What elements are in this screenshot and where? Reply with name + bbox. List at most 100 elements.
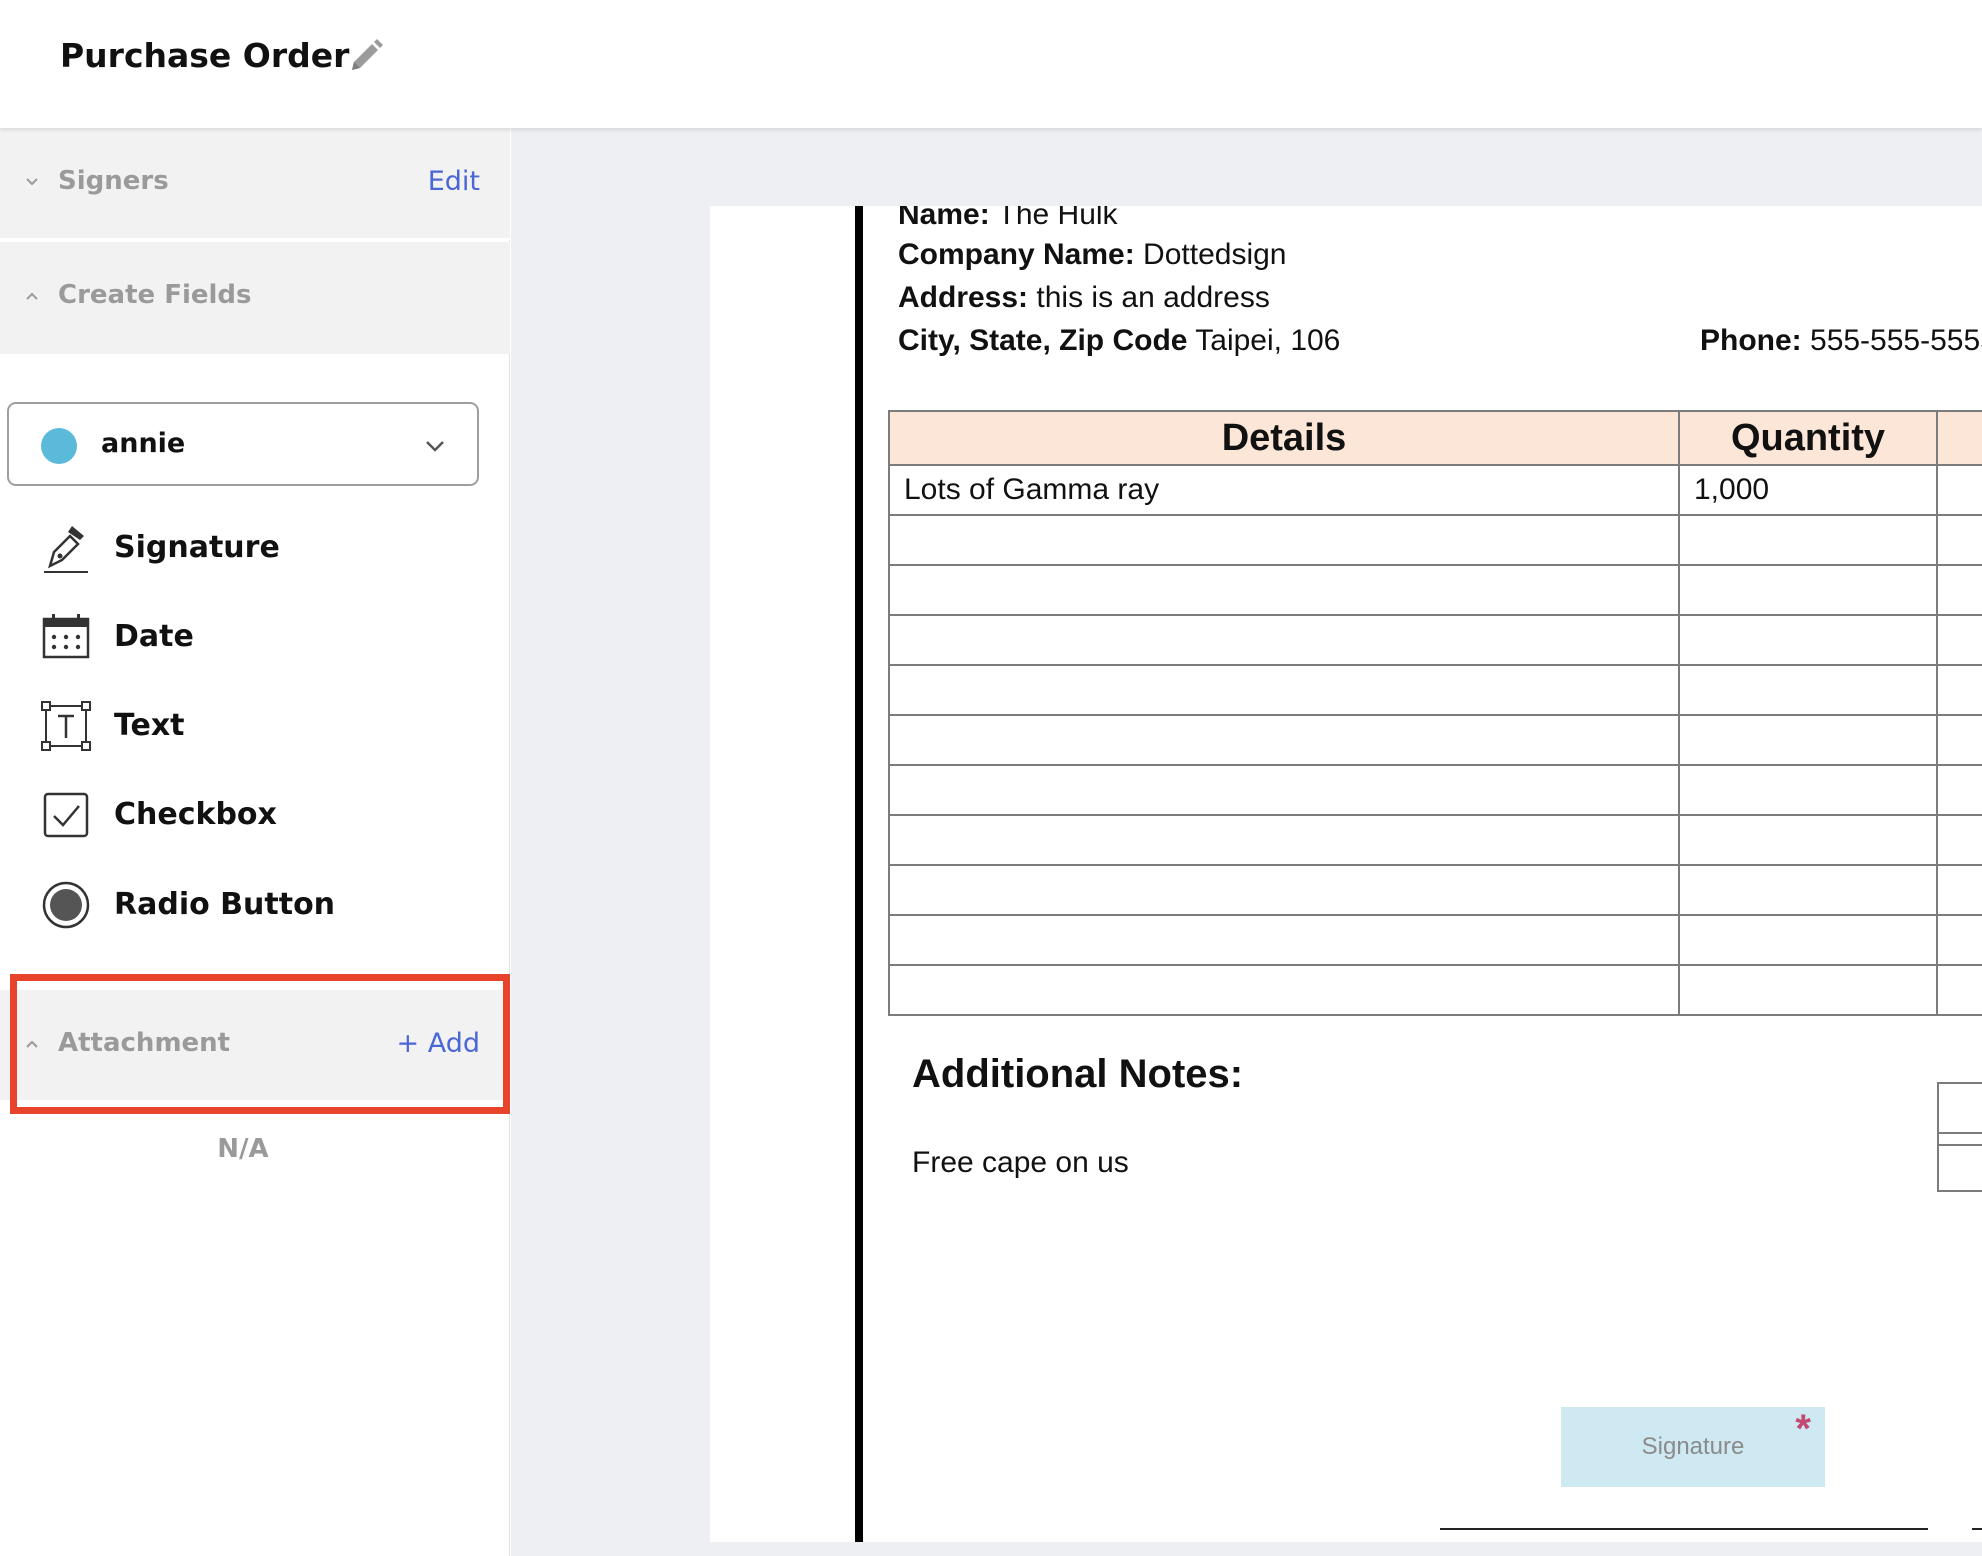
signature-field[interactable]: Signature * [1561,1407,1825,1487]
city-line: City, State, Zip Code Taipei, 106 [898,324,1340,358]
table-row [888,914,1982,966]
pencil-icon[interactable] [344,34,388,78]
table-cell-details [888,664,1680,716]
items-table: Details Quantity Lots of Gamma ray 1,000 [888,410,1982,1016]
field-date-label: Date [114,619,194,654]
field-radio-button[interactable]: Radio Button [0,869,500,949]
chevron-up-icon [26,292,38,300]
table-cell-extra [1936,564,1982,616]
table-cell-extra [1936,914,1982,966]
table-cell-extra [1936,464,1982,516]
create-fields-section-header[interactable]: Create Fields [0,242,510,354]
text-box-icon [41,701,91,751]
page-border-rule [855,206,863,1542]
table-cell-extra [1936,714,1982,766]
table-cell-extra [1936,964,1982,1016]
address-line: Address: this is an address [898,281,1270,315]
company-label: Company Name: [898,238,1135,271]
table-row [888,564,1982,616]
notes-title: Additional Notes: [912,1052,1244,1096]
signature-field-label: Signature [1641,1433,1745,1460]
name-label: Name: [898,206,990,231]
edit-signers-link[interactable]: Edit [428,166,480,197]
table-header-extra [1936,410,1982,466]
table-cell-details [888,714,1680,766]
name-line: Name: The Hulk [898,206,1118,232]
table-header-details: Details [888,410,1680,466]
required-asterisk: * [1795,1407,1811,1451]
table-cell-details [888,514,1680,566]
checkbox-icon [43,792,89,838]
phone-label: Phone: [1700,324,1802,357]
table-cell-quantity [1678,614,1938,666]
table-row [888,714,1982,766]
radio-button-icon [42,881,90,929]
table-cell-extra [1936,614,1982,666]
table-header-row: Details Quantity [888,410,1982,466]
phone-line: Phone: 555-555-5555 [1700,324,1982,358]
table-cell-details [888,614,1680,666]
field-text[interactable]: Text [0,690,500,770]
table-row [888,614,1982,666]
table-row [888,764,1982,816]
table-row [888,814,1982,866]
company-line: Company Name: Dottedsign [898,238,1286,272]
table-cell-details [888,564,1680,616]
phone-value: 555-555-5555 [1801,324,1982,357]
address-value: this is an address [1028,281,1270,314]
signer-select[interactable]: annie [7,402,479,486]
signature-line [1440,1528,1928,1530]
field-signature-label: Signature [114,530,280,565]
chevron-down-icon [26,178,38,186]
field-signature[interactable]: Signature [0,512,500,592]
table-cell-details [888,764,1680,816]
table-row [888,964,1982,1016]
city-label: City, State, Zip Code [898,324,1188,357]
table-cell-quantity [1678,914,1938,966]
signers-section-header[interactable]: Signers Edit [0,128,510,240]
table-row: Lots of Gamma ray 1,000 [888,464,1982,516]
chevron-down-icon [426,441,444,452]
table-cell-extra [1936,514,1982,566]
table-cell-quantity [1678,864,1938,916]
table-cell-details: Lots of Gamma ray [888,464,1680,516]
table-body: Lots of Gamma ray 1,000 [888,464,1982,1016]
notes-text: Free cape on us [912,1146,1129,1179]
table-cell-extra [1936,814,1982,866]
top-bar: Purchase Order [0,0,1982,128]
table-cell-details [888,814,1680,866]
attachment-empty-text: N/A [217,1134,269,1164]
signer-name: annie [101,428,186,459]
table-cell-details [888,914,1680,966]
city-value: Taipei, 106 [1187,324,1341,357]
table-cell-quantity [1678,964,1938,1016]
address-label: Address: [898,281,1029,314]
calendar-icon [42,614,90,659]
document-canvas[interactable]: Name: The Hulk Company Name: Dottedsign … [511,128,1982,1556]
name-value: The Hulk [989,206,1118,231]
field-checkbox[interactable]: Checkbox [0,779,500,859]
document-title: Purchase Order [60,36,350,75]
table-row [888,864,1982,916]
table-cell-details [888,864,1680,916]
table-header-quantity: Quantity [1678,410,1938,466]
table-cell-quantity [1678,814,1938,866]
table-cell-quantity [1678,514,1938,566]
document-page: Name: The Hulk Company Name: Dottedsign … [710,206,1982,1542]
table-cell-quantity [1678,664,1938,716]
signers-label: Signers [58,166,169,196]
field-date[interactable]: Date [0,601,500,681]
table-cell-quantity [1678,564,1938,616]
totals-box-divider [1937,1132,1982,1146]
table-cell-extra [1936,864,1982,916]
attachment-highlight-frame [10,974,510,1114]
table-cell-quantity [1678,714,1938,766]
signature-pen-icon [44,526,88,573]
table-cell-extra [1936,664,1982,716]
table-cell-details [888,964,1680,1016]
table-row [888,664,1982,716]
create-fields-label: Create Fields [58,280,252,310]
signature-line-secondary [1972,1528,1982,1530]
sidebar: Signers Edit Create Fields annie Signatu… [0,128,510,1556]
table-cell-quantity: 1,000 [1678,464,1938,516]
